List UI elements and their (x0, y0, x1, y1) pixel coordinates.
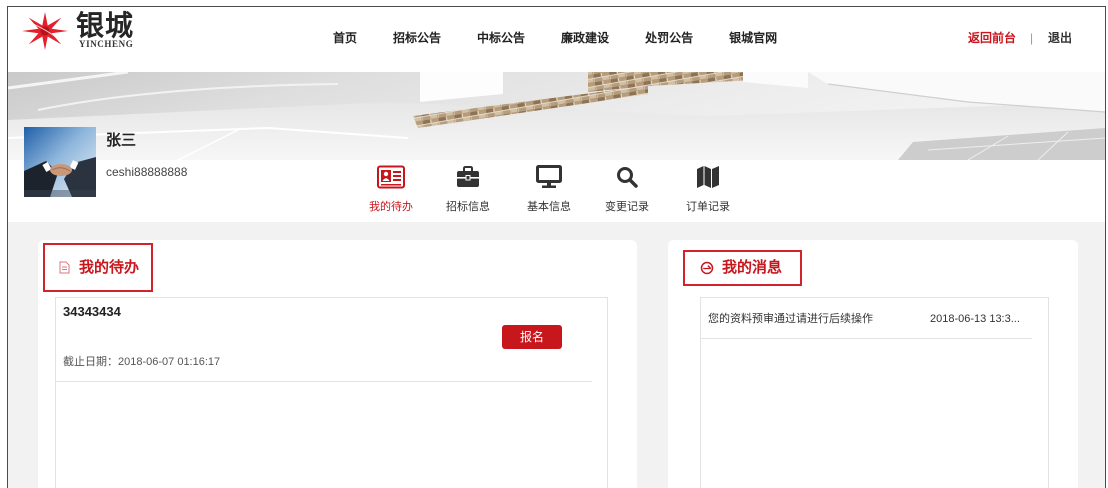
document-icon (59, 261, 70, 274)
main-nav: 首页 招标公告 中标公告 廉政建设 处罚公告 银城官网 (333, 30, 777, 46)
tab-tender-info[interactable]: 招标信息 (436, 164, 500, 220)
tab-change-records[interactable]: 变更记录 (595, 164, 659, 220)
todo-card-header: 我的待办 (43, 243, 153, 292)
profile-bar: 张三 ceshi88888888 我的待办 招标信息 基本信息 变更记录 订单记… (8, 127, 1105, 222)
tab-label: 变更记录 (605, 201, 649, 213)
search-icon (617, 167, 638, 188)
logout-link[interactable]: 退出 (1048, 30, 1072, 46)
todo-card: 我的待办 34343434 报名 截止日期：2018-06-07 01:16:1… (38, 240, 637, 488)
briefcase-icon (457, 166, 479, 187)
tab-label: 我的待办 (369, 201, 413, 213)
message-text: 您的资料预审通过请进行后续操作 (708, 313, 873, 325)
todo-card-title: 我的待办 (79, 258, 140, 276)
tab-my-todo[interactable]: 我的待办 (359, 164, 423, 220)
banner-image (8, 72, 1105, 160)
tab-icon-wrap (359, 164, 423, 190)
message-time: 2018-06-13 13:3... (930, 313, 1020, 325)
banner (8, 72, 1105, 160)
register-button[interactable]: 报名 (502, 325, 562, 349)
tab-icon-wrap (676, 164, 740, 190)
handshake-avatar-image (24, 127, 96, 197)
user-name: 张三 (106, 132, 137, 149)
list-item: 34343434 报名 截止日期：2018-06-07 01:16:17 (56, 298, 592, 382)
messages-card: 我的消息 您的资料预审通过请进行后续操作 2018-06-13 13:3... (668, 240, 1078, 488)
nav-item-award-notices[interactable]: 中标公告 (477, 30, 525, 46)
map-icon (697, 166, 719, 188)
nav-item-penalty-notices[interactable]: 处罚公告 (645, 30, 693, 46)
avatar[interactable] (24, 127, 96, 197)
messages-list: 您的资料预审通过请进行后续操作 2018-06-13 13:3... (700, 297, 1049, 488)
top-header: 银城 YINCHENG 首页 招标公告 中标公告 廉政建设 处罚公告 银城官网 … (8, 7, 1105, 72)
tab-icon-wrap (595, 164, 659, 190)
todo-item-name: 34343434 (63, 304, 121, 319)
tab-icon-wrap (436, 164, 500, 190)
tab-basic-info[interactable]: 基本信息 (517, 164, 581, 220)
tab-label: 招标信息 (446, 201, 490, 213)
back-to-frontend-link[interactable]: 返回前台 (968, 30, 1016, 46)
tab-label: 订单记录 (686, 201, 730, 213)
todo-list: 34343434 报名 截止日期：2018-06-07 01:16:17 (55, 297, 608, 488)
message-circle-icon (700, 261, 714, 275)
list-item[interactable]: 您的资料预审通过请进行后续操作 2018-06-13 13:3... (701, 298, 1032, 339)
monitor-icon (536, 165, 562, 188)
id-card-icon (377, 165, 405, 189)
logo-subtitle: YINCHENG (79, 39, 134, 49)
messages-card-title: 我的消息 (722, 259, 783, 276)
logo-name: 银城 (76, 10, 135, 41)
nav-item-integrity[interactable]: 廉政建设 (561, 30, 609, 46)
tab-icon-wrap (517, 164, 581, 190)
header-separator: | (1030, 31, 1034, 45)
main-content: 我的待办 34343434 报名 截止日期：2018-06-07 01:16:1… (8, 222, 1105, 488)
nav-item-home[interactable]: 首页 (333, 30, 357, 46)
tab-label: 基本信息 (527, 201, 571, 213)
nav-item-official-site[interactable]: 银城官网 (729, 30, 777, 46)
messages-card-header: 我的消息 (683, 250, 802, 286)
page: 银城 YINCHENG 首页 招标公告 中标公告 廉政建设 处罚公告 银城官网 … (0, 0, 1108, 488)
nav-item-tender-notices[interactable]: 招标公告 (393, 30, 441, 46)
todo-item-deadline: 截止日期：2018-06-07 01:16:17 (63, 356, 221, 368)
logo-star-icon (22, 12, 68, 50)
tab-order-records[interactable]: 订单记录 (676, 164, 740, 220)
logo[interactable]: 银城 YINCHENG (21, 9, 153, 57)
user-account: ceshi88888888 (106, 165, 188, 179)
